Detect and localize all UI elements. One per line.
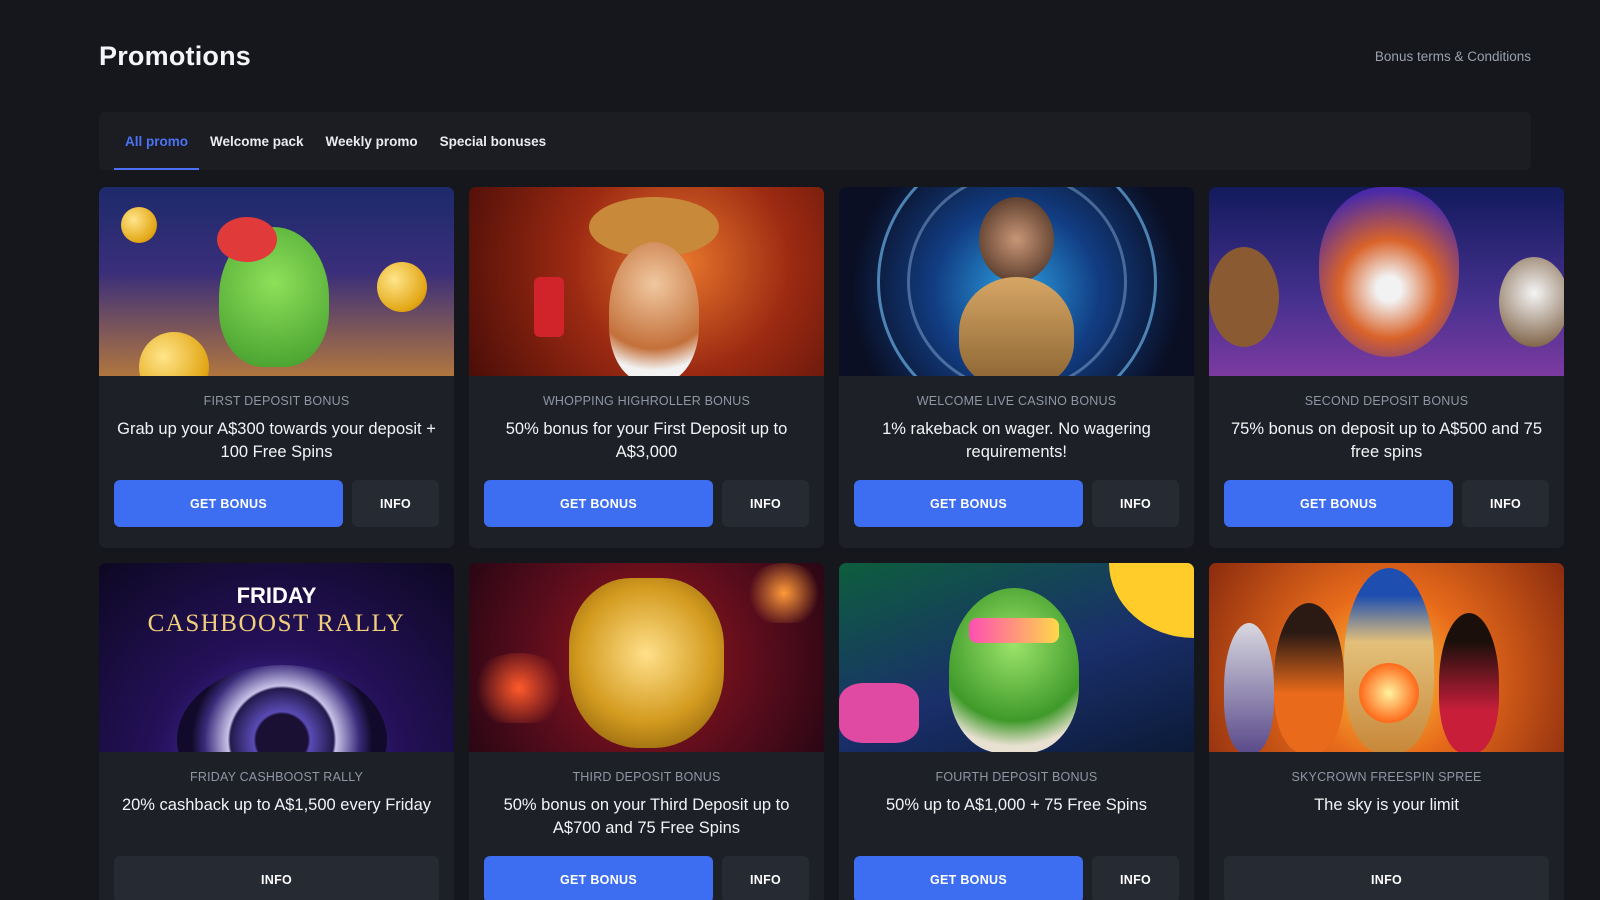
promo-image-dragon[interactable] bbox=[469, 563, 824, 752]
promotions-page: Promotions Bonus terms & Conditions All … bbox=[0, 0, 1600, 900]
tab-weekly-promo[interactable]: Weekly promo bbox=[315, 112, 429, 170]
page-title: Promotions bbox=[99, 40, 252, 71]
promo-card-first-deposit: FIRST DEPOSIT BONUS Grab up your A$300 t… bbox=[99, 187, 454, 548]
card-label: SECOND DEPOSIT BONUS bbox=[1304, 394, 1469, 408]
promo-image-wolf[interactable] bbox=[1209, 187, 1564, 376]
promo-image-characters[interactable] bbox=[1209, 563, 1564, 752]
bonus-terms-link[interactable]: Bonus terms & Conditions bbox=[1375, 49, 1531, 64]
card-label: WHOPPING HIGHROLLER BONUS bbox=[542, 394, 751, 408]
promo-card-third-deposit: THIRD DEPOSIT BONUS 50% bonus on your Th… bbox=[469, 563, 824, 900]
promo-card-skycrown-freespin: SKYCROWN FREESPIN SPREE The sky is your … bbox=[1209, 563, 1564, 900]
info-button[interactable]: INFO bbox=[352, 480, 439, 527]
info-button[interactable]: INFO bbox=[1224, 856, 1549, 900]
get-bonus-button[interactable]: GET BONUS bbox=[854, 856, 1083, 900]
page-header: Promotions Bonus terms & Conditions bbox=[99, 0, 1531, 112]
promo-card-second-deposit: SECOND DEPOSIT BONUS 75% bonus on deposi… bbox=[1209, 187, 1564, 548]
card-description: 20% cashback up to A$1,500 every Friday bbox=[121, 796, 432, 814]
promo-grid: FIRST DEPOSIT BONUS Grab up your A$300 t… bbox=[99, 187, 1564, 900]
info-button[interactable]: INFO bbox=[722, 856, 809, 900]
card-description: Grab up your A$300 towards your deposit … bbox=[117, 420, 436, 461]
promo-card-highroller: WHOPPING HIGHROLLER BONUS 50% bonus for … bbox=[469, 187, 824, 548]
promo-image-frog-beach[interactable] bbox=[99, 187, 454, 376]
promo-image-live-dealer[interactable] bbox=[839, 187, 1194, 376]
promo-image-roulette[interactable]: FRIDAY CASHBOOST RALLY bbox=[99, 563, 454, 752]
card-description: 75% bonus on deposit up to A$500 and 75 … bbox=[1230, 420, 1542, 461]
tab-special-bonuses[interactable]: Special bonuses bbox=[429, 112, 558, 170]
tab-all-promo[interactable]: All promo bbox=[114, 112, 199, 170]
card-description: The sky is your limit bbox=[1314, 796, 1459, 814]
card-description: 50% bonus on your Third Deposit up to A$… bbox=[503, 796, 790, 837]
promo-tabs: All promo Welcome pack Weekly promo Spec… bbox=[99, 112, 1531, 170]
info-button[interactable]: INFO bbox=[722, 480, 809, 527]
promo-card-friday-cashboost: FRIDAY CASHBOOST RALLY FRIDAY CASHBOOST … bbox=[99, 563, 454, 900]
card-label: WELCOME LIVE CASINO BONUS bbox=[916, 394, 1117, 408]
get-bonus-button[interactable]: GET BONUS bbox=[484, 856, 713, 900]
info-button[interactable]: INFO bbox=[1092, 480, 1179, 527]
info-button[interactable]: INFO bbox=[1092, 856, 1179, 900]
promo-image-cowboy[interactable] bbox=[469, 187, 824, 376]
get-bonus-button[interactable]: GET BONUS bbox=[1224, 480, 1453, 527]
promo-card-live-casino: WELCOME LIVE CASINO BONUS 1% rakeback on… bbox=[839, 187, 1194, 548]
info-button[interactable]: INFO bbox=[114, 856, 439, 900]
image-title-friday: FRIDAY bbox=[236, 583, 317, 608]
image-title-cashboost: CASHBOOST RALLY bbox=[147, 610, 406, 637]
tab-welcome-pack[interactable]: Welcome pack bbox=[199, 112, 315, 170]
card-label: FOURTH DEPOSIT BONUS bbox=[935, 770, 1098, 784]
card-label: THIRD DEPOSIT BONUS bbox=[572, 770, 721, 784]
get-bonus-button[interactable]: GET BONUS bbox=[484, 480, 713, 527]
card-description: 1% rakeback on wager. No wagering requir… bbox=[882, 420, 1151, 461]
get-bonus-button[interactable]: GET BONUS bbox=[114, 480, 343, 527]
card-label: FRIDAY CASHBOOST RALLY bbox=[190, 770, 363, 784]
promo-card-fourth-deposit: FOURTH DEPOSIT BONUS 50% up to A$1,000 +… bbox=[839, 563, 1194, 900]
card-description: 50% bonus for your First Deposit up to A… bbox=[505, 420, 788, 461]
promo-image-frog-singer[interactable] bbox=[839, 563, 1194, 752]
card-label: FIRST DEPOSIT BONUS bbox=[203, 394, 350, 408]
info-button[interactable]: INFO bbox=[1462, 480, 1549, 527]
get-bonus-button[interactable]: GET BONUS bbox=[854, 480, 1083, 527]
card-label: SKYCROWN FREESPIN SPREE bbox=[1291, 770, 1482, 784]
card-description: 50% up to A$1,000 + 75 Free Spins bbox=[886, 796, 1147, 814]
roulette-wheel-icon bbox=[177, 665, 387, 752]
